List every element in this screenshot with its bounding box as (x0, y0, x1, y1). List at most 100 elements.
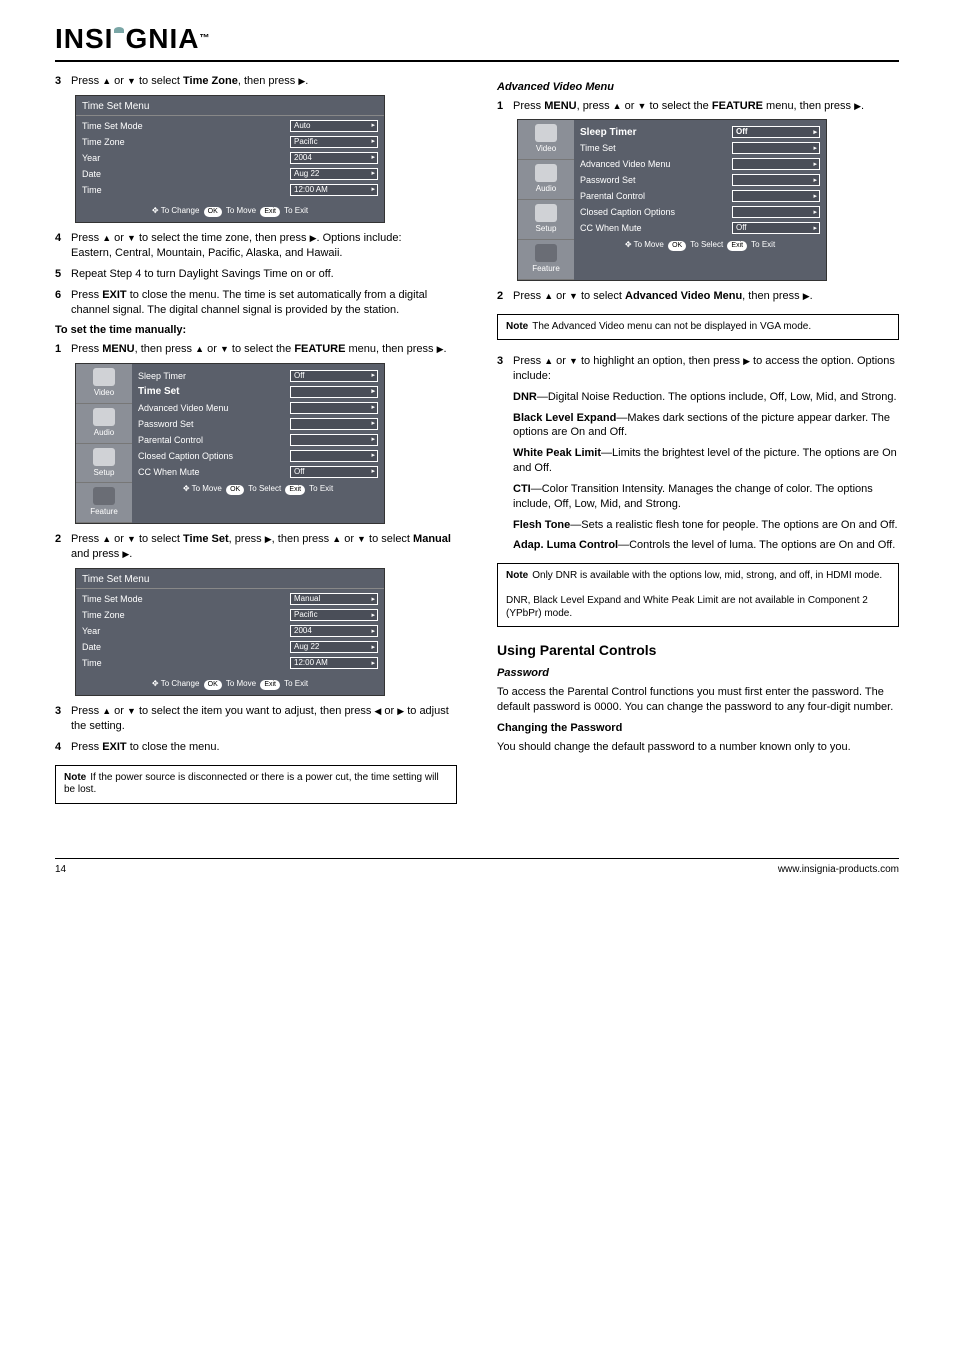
note-text-a: Only DNR is available with the options l… (532, 570, 882, 581)
password-subhead: Password (497, 666, 899, 681)
option-white: White Peak Limit—Limits the brightest le… (513, 446, 899, 476)
sidebar-video: Video (76, 364, 132, 404)
menu-row: Time12:00 AM▸ (82, 655, 378, 671)
step-body: Press EXIT to close the menu. The time i… (71, 288, 457, 318)
menu-row: CC When MuteOff▸ (580, 220, 820, 236)
right-icon (298, 75, 305, 87)
menu-row: Password Set▸ (138, 416, 378, 432)
menu-row: Parental Control▸ (138, 432, 378, 448)
step-body: Press or to highlight an option, then pr… (513, 354, 899, 384)
setup-icon (93, 448, 115, 466)
right-icon (122, 548, 129, 560)
audio-icon (535, 164, 557, 182)
menu-row: Time12:00 AM▸ (82, 182, 378, 198)
step-number: 1 (497, 99, 513, 114)
sidebar-setup: Setup (76, 444, 132, 484)
step-body: Press or to select the item you want to … (71, 704, 457, 734)
step-body: Press or to select Advanced Video Menu, … (513, 289, 899, 304)
menu-row: Advanced Video Menu▸ (580, 156, 820, 172)
step-number: 4 (55, 740, 71, 755)
step-number: 1 (55, 342, 71, 357)
menu-sidebar: Video Audio Setup Feature (76, 364, 132, 523)
step-number: 3 (55, 704, 71, 734)
audio-icon (93, 408, 115, 426)
menu-row: Advanced Video Menu▸ (138, 400, 378, 416)
sidebar-setup: Setup (518, 200, 574, 240)
step-6a: 6 Press EXIT to close the menu. The time… (55, 288, 457, 318)
change-password-para: You should change the default password t… (497, 740, 899, 755)
up-icon (613, 100, 622, 112)
menu-row: Year2004▸ (82, 623, 378, 639)
right-icon (854, 100, 861, 112)
menu-row: Time Set▸ (580, 140, 820, 156)
menu-row: Year2004▸ (82, 150, 378, 166)
brand-logo: INSIGNIA™ (55, 20, 210, 58)
menu-row: Closed Caption Options▸ (138, 448, 378, 464)
menu-row: Time Set ModeManual▸ (82, 591, 378, 607)
feature-icon (535, 244, 557, 262)
footer-url: www.insignia-products.com (778, 863, 899, 877)
menu-footer: To Change OK To Move Exit To Exit (76, 675, 384, 695)
down-icon (127, 232, 136, 244)
step-5a: 5 Repeat Step 4 to turn Daylight Savings… (55, 267, 457, 282)
menu-row: Time Set ModeAuto▸ (82, 118, 378, 134)
up-icon (102, 75, 111, 87)
right-icon (437, 343, 444, 355)
menu-row: Time ZonePacific▸ (82, 134, 378, 150)
menu-title: Time Set Menu (76, 569, 384, 590)
feature-menu-screenshot-r: Video Audio Setup Feature Sleep TimerOff… (517, 119, 827, 280)
menu-row: CC When MuteOff▸ (138, 464, 378, 480)
note-title: Note (506, 570, 528, 583)
menu-value: Auto▸ (290, 120, 378, 132)
change-password-head: Changing the Password (497, 721, 899, 736)
feature-icon (93, 487, 115, 505)
note-title: Note (506, 321, 528, 334)
option-black: Black Level Expand—Makes dark sections o… (513, 411, 899, 441)
avm-head: Advanced Video Menu (497, 80, 899, 95)
step-number: 5 (55, 267, 71, 282)
sidebar-audio: Audio (76, 404, 132, 444)
menu-row: DateAug 22▸ (82, 166, 378, 182)
sidebar-feature: Feature (76, 483, 132, 523)
up-icon (102, 705, 111, 717)
menu-value: 2004▸ (290, 152, 378, 164)
time-set-auto-screenshot: Time Set Menu Time Set ModeAuto▸ Time Zo… (75, 95, 385, 224)
step-body: Press MENU, then press or to select the … (71, 342, 457, 357)
menu-title: Time Set Menu (76, 96, 384, 117)
step-body: Press or to select Time Set, press , the… (71, 532, 457, 562)
menu-footer: To Move OK To Select Exit To Exit (138, 480, 378, 500)
left-column: 3 Press or to select Time Zone, then pre… (55, 74, 457, 818)
down-icon (569, 290, 578, 302)
menu-row-highlight: Sleep TimerOff▸ (580, 124, 820, 140)
down-icon (357, 533, 366, 545)
menu-footer: To Move OK To Select Exit To Exit (580, 236, 820, 256)
header-bar: INSIGNIA™ (55, 20, 899, 62)
menu-sidebar: Video Audio Setup Feature (518, 120, 574, 279)
section-parental: Using Parental Controls (497, 641, 899, 660)
note-text: If the power source is disconnected or t… (64, 772, 439, 796)
step-3r: 3 Press or to highlight an option, then … (497, 354, 899, 384)
step-body: Repeat Step 4 to turn Daylight Savings T… (71, 267, 457, 282)
step-body: Press or to select Time Zone, then press… (71, 74, 457, 89)
down-icon (569, 355, 578, 367)
setup-icon (535, 204, 557, 222)
video-icon (535, 124, 557, 142)
right-icon (743, 355, 750, 367)
step-2r: 2 Press or to select Advanced Video Menu… (497, 289, 899, 304)
menu-row: Password Set▸ (580, 172, 820, 188)
right-icon (265, 533, 272, 545)
step-number: 6 (55, 288, 71, 318)
up-icon (544, 355, 553, 367)
up-icon (102, 533, 111, 545)
menu-row-highlight: Time Set▸ (138, 384, 378, 400)
menu-row: Parental Control▸ (580, 188, 820, 204)
down-icon (127, 75, 136, 87)
step-3b: 3 Press or to select the item you want t… (55, 704, 457, 734)
sidebar-audio: Audio (518, 160, 574, 200)
menu-row: DateAug 22▸ (82, 639, 378, 655)
menu-row: Closed Caption Options▸ (580, 204, 820, 220)
step-4b: 4 Press EXIT to close the menu. (55, 740, 457, 755)
menu-value: Aug 22▸ (290, 168, 378, 180)
step-2b: 2 Press or to select Time Set, press , t… (55, 532, 457, 562)
menu-row: Sleep TimerOff▸ (138, 368, 378, 384)
